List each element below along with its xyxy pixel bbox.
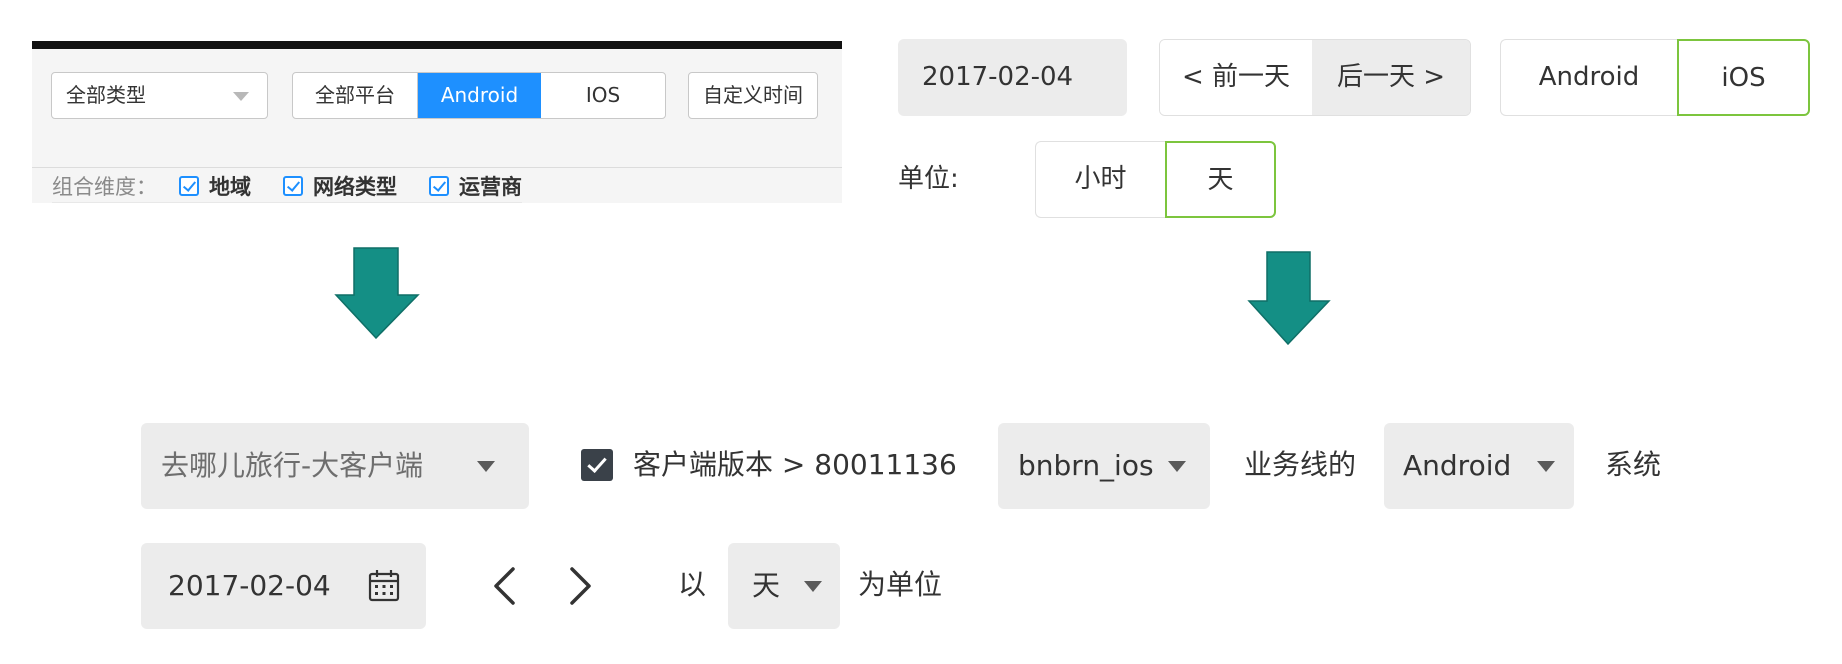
client-select-value: 去哪儿旅行-大客户端 [161, 449, 424, 482]
unit-label: 单位: [898, 164, 959, 194]
panel-top-border [32, 41, 842, 49]
calendar-icon [368, 570, 400, 602]
platform-android-button[interactable]: Android [1500, 39, 1677, 116]
chevron-left-icon[interactable] [492, 566, 516, 606]
arrow-down-icon [1247, 251, 1331, 345]
checkbox-carrier-label: 运营商 [459, 175, 522, 199]
platform-toggle: Android iOS [1500, 39, 1810, 116]
system-suffix: 系统 [1605, 448, 1662, 481]
old-filter-panel: 全部类型 全部平台 Android IOS 自定义时间 组合维度： 地域 网络类… [32, 41, 842, 203]
check-icon [179, 176, 199, 196]
chevron-down-icon [1537, 461, 1555, 472]
day-navigation: < 前一天 后一天 > [1159, 39, 1471, 116]
check-icon [429, 176, 449, 196]
date-display[interactable]: 2017-02-04 [898, 39, 1127, 116]
prev-day-button[interactable]: < 前一天 [1160, 40, 1312, 115]
unit-suffix: 为单位 [858, 568, 943, 601]
unit-day-button[interactable]: 天 [1165, 141, 1276, 218]
type-select[interactable]: 全部类型 [51, 72, 268, 119]
old-filter-row: 全部类型 全部平台 Android IOS 自定义时间 [32, 49, 842, 168]
check-icon [283, 176, 303, 196]
business-line-select[interactable]: bnbrn_ios [998, 423, 1210, 509]
unit-prefix: 以 [678, 568, 707, 601]
unit-toggle: 小时 天 [1035, 141, 1276, 218]
business-line-value: bnbrn_ios [1018, 449, 1154, 482]
divider [52, 202, 522, 203]
chevron-down-icon [477, 461, 495, 472]
chevron-down-icon [1168, 461, 1186, 472]
client-select[interactable]: 去哪儿旅行-大客户端 [141, 423, 529, 509]
platform-ios-button[interactable]: iOS [1677, 39, 1810, 116]
version-checkbox[interactable] [581, 449, 613, 481]
system-select[interactable]: Android [1384, 423, 1574, 509]
dimension-row: 组合维度： 地域 网络类型 运营商 [52, 169, 554, 203]
segment-all-platforms[interactable]: 全部平台 [293, 73, 417, 118]
system-value: Android [1403, 449, 1512, 482]
unit-select[interactable]: 天 [728, 543, 840, 629]
custom-time-button[interactable]: 自定义时间 [688, 72, 818, 119]
next-day-button[interactable]: 后一天 > [1312, 40, 1470, 115]
version-filter-label: 客户端版本 > 80011136 [633, 448, 957, 481]
dimension-label: 组合维度： [52, 175, 157, 199]
checkbox-region[interactable]: 地域 [179, 171, 251, 201]
platform-segmented-control: 全部平台 Android IOS [292, 72, 666, 119]
segment-ios[interactable]: IOS [541, 73, 665, 118]
date-picker[interactable]: 2017-02-04 [141, 543, 426, 629]
chevron-down-icon [233, 92, 249, 101]
checkbox-region-label: 地域 [209, 175, 251, 199]
checkbox-network-type[interactable]: 网络类型 [283, 171, 397, 201]
unit-hour-button[interactable]: 小时 [1035, 141, 1165, 218]
business-line-suffix: 业务线的 [1244, 448, 1357, 481]
unit-select-value: 天 [752, 569, 781, 602]
checkbox-carrier[interactable]: 运营商 [429, 171, 522, 201]
chevron-down-icon [804, 581, 822, 592]
checkbox-network-type-label: 网络类型 [313, 175, 397, 199]
chevron-right-icon[interactable] [569, 566, 593, 606]
segment-android[interactable]: Android [417, 73, 541, 118]
date-picker-value: 2017-02-04 [168, 569, 331, 602]
arrow-down-icon [334, 247, 420, 339]
type-select-value: 全部类型 [66, 83, 146, 107]
